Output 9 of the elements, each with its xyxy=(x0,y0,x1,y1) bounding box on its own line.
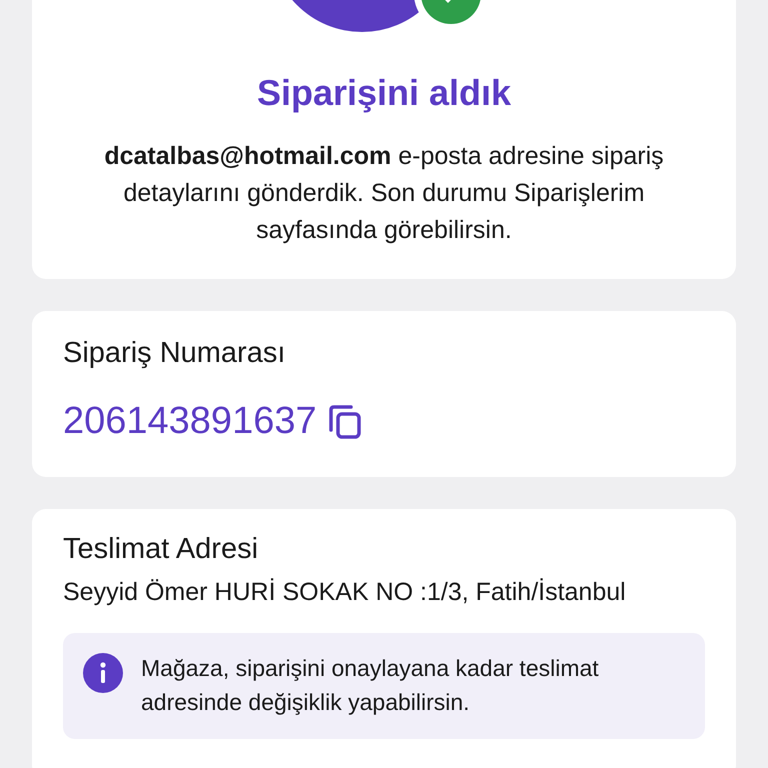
delivery-address: Seyyid Ömer HURİ SOKAK NO :1/3, Fatih/İstanbul xyxy=(63,578,627,607)
copy-icon[interactable] xyxy=(326,404,363,440)
confirmation-title: Siparişini aldık xyxy=(256,72,512,114)
order-number-label: Sipariş Numarası xyxy=(63,337,286,370)
order-number: 206143891637 xyxy=(63,400,317,443)
confirmation-message: dcatalbas@hotmail.com e-posta adresine sipariş detaylarını gönderdik. Son durumu Siparişlerim sayfasında görebilirsin. xyxy=(103,141,665,246)
info-icon xyxy=(83,653,123,693)
info-text: Mağaza, siparişini onaylayana kadar teslimat adresinde değişiklik yapabilirsin. xyxy=(141,654,600,717)
delivery-title: Teslimat Adresi xyxy=(63,533,260,566)
